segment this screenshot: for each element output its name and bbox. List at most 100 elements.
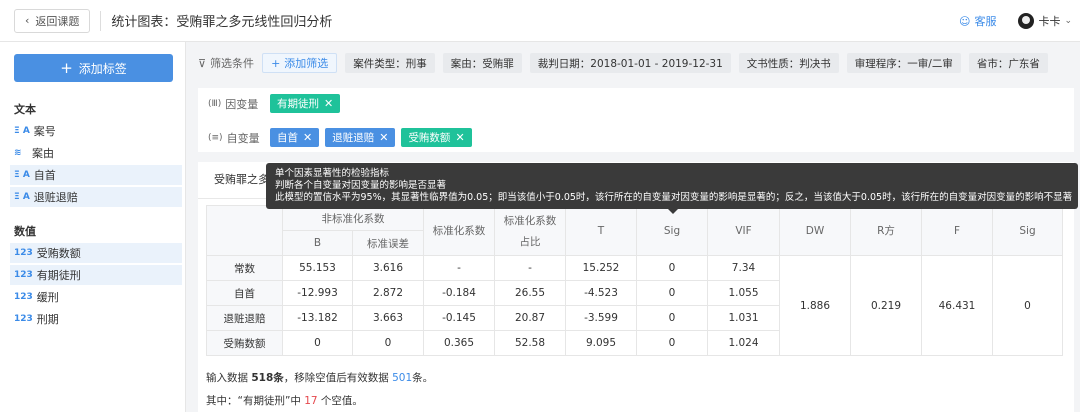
sidebar-item-bribe-amount[interactable]: 123 受贿数额: [10, 243, 182, 263]
row-label: 受贿数额: [206, 330, 283, 356]
sidebar-item-label: 刑期: [36, 313, 59, 326]
data-summary: 输入数据 518条，移除空值后有效数据 501条。: [206, 370, 433, 385]
tooltip-line: 单个因素显著性的检验指标: [275, 168, 390, 179]
user-menu[interactable]: 卡卡 ⌄: [1018, 13, 1072, 29]
header-vif: VIF: [707, 205, 780, 256]
summary-text: ，移除空值后有效数据: [283, 372, 393, 384]
header-ratio-line: 占比: [519, 235, 541, 248]
variable-panel: (Ⅲ) 因变量 有期徒刑 ✕ (≡) 自变量 自首 ✕ 退赃退赔 ✕ 受贿数额 …: [198, 88, 1074, 152]
filter-chip-procedure[interactable]: 审理程序：一审/二审: [846, 53, 961, 73]
cell-sig: 0: [636, 330, 708, 356]
tag-label: 退赃退赔: [332, 132, 375, 144]
number-field-icon: 123: [14, 292, 33, 302]
filter-chip-date[interactable]: 裁判日期：2018-01-01 - 2019-12-31: [529, 53, 731, 73]
summary-text: 条。: [412, 372, 434, 384]
header-unstandardized: 非标准化系数: [282, 205, 424, 231]
summary-text: 个空值。: [317, 395, 363, 407]
filter-bar: ⊽ 筛选条件 + 添加筛选 案件类型：刑事 案由：受贿罪 裁判日期：2018-0…: [198, 50, 1074, 76]
independent-variable-tag[interactable]: 自首 ✕: [270, 128, 320, 147]
sig-tooltip: 单个因素显著性的检验指标 判断各个自变量对因变量的影响是否显著 此模型的置信水平…: [266, 163, 1078, 214]
text-field-icon: Ξ A: [14, 126, 30, 136]
filter-label: ⊽ 筛选条件: [198, 55, 254, 71]
close-icon[interactable]: ✕: [379, 131, 388, 144]
header-ratio-line: 标准化系数: [503, 214, 557, 227]
cell-ratio: 52.58: [494, 330, 566, 356]
cell-t: 15.252: [565, 255, 637, 281]
independent-variable-tag[interactable]: 受贿数额 ✕: [401, 128, 472, 147]
header-dw: DW: [779, 205, 851, 256]
header-model-sig: Sig: [992, 205, 1063, 256]
sidebar-item-label: 退赃退赔: [33, 191, 78, 204]
filter-chip-case-type[interactable]: 案件类型：刑事: [345, 53, 435, 73]
plus-icon: +: [60, 59, 73, 77]
chevron-down-icon: ⌄: [1064, 16, 1072, 26]
header-std-error: 标准误差: [352, 230, 424, 256]
tag-label: 有期徒刑: [277, 98, 319, 110]
cell-t: 9.095: [565, 330, 637, 356]
tab-regression[interactable]: 受贿罪之多元线性回归分析: [198, 162, 274, 198]
cell-b: 0: [282, 330, 353, 356]
cell-t: -3.599: [565, 305, 637, 331]
sidebar-item-surrender[interactable]: Ξ A 自首: [10, 165, 182, 185]
close-icon[interactable]: ✕: [455, 131, 464, 144]
independent-variable-tag[interactable]: 退赃退赔 ✕: [325, 128, 396, 147]
filter-chip-cause[interactable]: 案由：受贿罪: [442, 53, 522, 73]
independent-variable-row: (≡) 自变量 自首 ✕ 退赃退赔 ✕ 受贿数额 ✕: [208, 128, 472, 147]
cell-sig: 0: [636, 305, 708, 331]
header-b: B: [282, 230, 353, 256]
table-header-corner: [206, 205, 283, 256]
text-field-icon: Ξ A: [14, 170, 30, 180]
cell-sig: 0: [636, 255, 708, 281]
number-field-icon: 123: [14, 314, 33, 324]
dependent-variable-tag[interactable]: 有期徒刑 ✕: [270, 94, 341, 113]
cell-se: 3.616: [352, 255, 424, 281]
sidebar-item-sentence[interactable]: 123 刑期: [10, 309, 182, 329]
row-label: 自首: [206, 280, 283, 306]
cell-vif: 1.031: [707, 305, 780, 331]
page-title: 统计图表：受贿罪之多元线性回归分析: [111, 15, 333, 30]
table-row: 常数 55.153 3.616 - - 15.252 0 7.34 1.886 …: [206, 255, 1063, 356]
cell-se: 0: [352, 330, 424, 356]
title-divider: [100, 10, 102, 31]
close-icon[interactable]: ✕: [324, 97, 333, 110]
text-field-icon: Ξ A: [14, 192, 30, 202]
cell-dw: 1.886: [779, 255, 851, 356]
cell-b: -12.993: [282, 280, 353, 306]
row-label: 常数: [206, 255, 283, 281]
add-tag-button[interactable]: + 添加标签: [14, 54, 173, 82]
customer-service-link[interactable]: ☺ 客服: [959, 13, 996, 29]
smile-icon: ☺: [958, 14, 971, 28]
sidebar-item-probation[interactable]: 123 缓刑: [10, 287, 182, 307]
regression-table: 非标准化系数 标准化系数 标准化系数 占比 T Sig VIF DW R方 F …: [206, 205, 1063, 356]
table-header-row: 非标准化系数 标准化系数 标准化系数 占比 T Sig VIF DW R方 F …: [206, 205, 1063, 256]
close-icon[interactable]: ✕: [303, 131, 312, 144]
sidebar-item-case-number[interactable]: Ξ A 案号: [10, 121, 182, 141]
cell-model-sig: 0: [992, 255, 1063, 356]
header-r2: R方: [850, 205, 922, 256]
add-filter-button[interactable]: + 添加筛选: [262, 53, 338, 73]
cell-f: 46.431: [921, 255, 993, 356]
sidebar-item-label: 案由: [32, 147, 54, 160]
filter-chip-province[interactable]: 省市：广东省: [968, 53, 1048, 73]
filter-chip-doc-type[interactable]: 文书性质：判决书: [738, 53, 839, 73]
cell-se: 2.872: [352, 280, 424, 306]
user-name: 卡卡: [1038, 15, 1061, 28]
number-field-icon: 123: [14, 248, 33, 258]
sidebar: + 添加标签 文本 Ξ A 案号 ≋ 案由 Ξ A 自首 Ξ A 退赃退赔 数值…: [0, 42, 186, 412]
cell-vif: 1.055: [707, 280, 780, 306]
add-tag-label: 添加标签: [78, 61, 127, 76]
sidebar-item-cause[interactable]: ≋ 案由: [10, 143, 182, 163]
customer-service-label: 客服: [974, 15, 997, 28]
sidebar-item-restitution[interactable]: Ξ A 退赃退赔: [10, 187, 182, 207]
header-standardized: 标准化系数: [423, 205, 495, 256]
sidebar-item-prison-term[interactable]: 123 有期徒刑: [10, 265, 182, 285]
sidebar-item-label: 受贿数额: [36, 247, 81, 260]
filter-label-text: 筛选条件: [210, 57, 255, 70]
cell-ratio: 26.55: [494, 280, 566, 306]
cell-r2: 0.219: [850, 255, 922, 356]
top-bar: ‹ 返回课题 统计图表：受贿罪之多元线性回归分析 ☺ 客服 卡卡 ⌄: [0, 0, 1080, 42]
summary-valid-count: 501: [392, 372, 413, 384]
tag-label: 受贿数额: [408, 132, 451, 144]
header-f: F: [921, 205, 993, 256]
back-to-topic-button[interactable]: ‹ 返回课题: [14, 8, 91, 33]
